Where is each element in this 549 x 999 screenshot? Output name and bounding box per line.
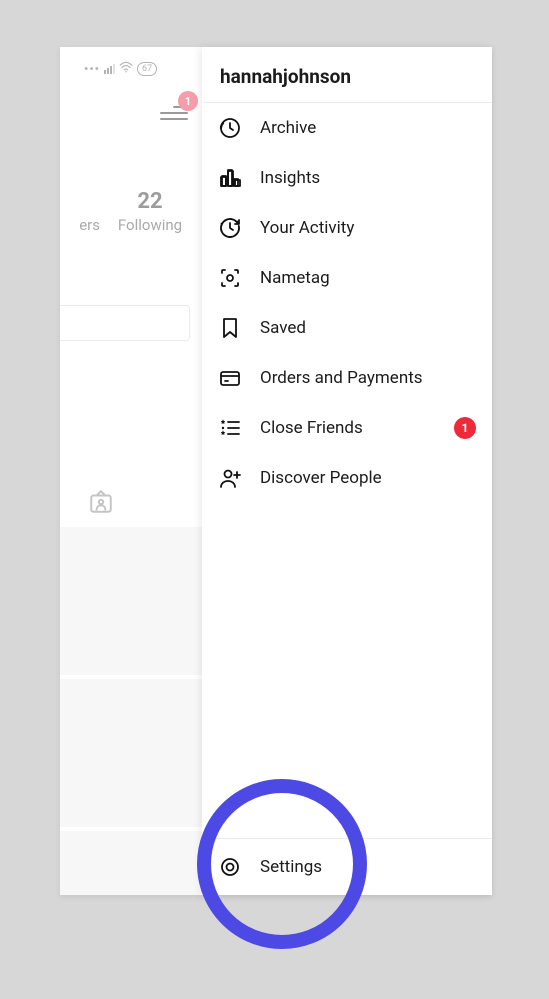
drawer-footer: Settings (202, 838, 492, 895)
activity-icon (218, 216, 242, 240)
drawer-menu-list: Archive Insights Your Activity (202, 103, 492, 838)
close-friends-icon (218, 416, 242, 440)
following-count[interactable]: 22 (100, 189, 200, 214)
menu-item-label: Settings (260, 857, 322, 877)
signal-icon (104, 64, 115, 74)
carrier-dots-icon: ••• (84, 62, 100, 76)
menu-item-label: Nametag (260, 268, 330, 288)
drawer-username: hannahjohnson (220, 65, 351, 88)
settings-icon (218, 855, 242, 879)
menu-item-label: Saved (260, 318, 306, 338)
menu-item-archive[interactable]: Archive (202, 103, 492, 153)
menu-item-label: Your Activity (260, 218, 354, 238)
credit-card-icon (218, 366, 242, 390)
drawer-header[interactable]: hannahjohnson (202, 47, 492, 103)
menu-item-label: Archive (260, 118, 316, 138)
insights-icon (218, 166, 242, 190)
menu-item-insights[interactable]: Insights (202, 153, 492, 203)
edit-profile-button[interactable] (60, 305, 190, 341)
archive-icon (218, 116, 242, 140)
menu-item-your-activity[interactable]: Your Activity (202, 203, 492, 253)
followers-label-partial: ers (60, 216, 100, 234)
menu-button[interactable]: 1 (160, 101, 188, 125)
saved-icon (218, 316, 242, 340)
menu-notification-badge: 1 (178, 91, 198, 111)
following-label: Following (100, 216, 200, 234)
menu-item-label: Discover People (260, 468, 382, 488)
menu-item-label: Orders and Payments (260, 368, 423, 388)
menu-item-discover-people[interactable]: Discover People (202, 453, 492, 503)
menu-item-nametag[interactable]: Nametag (202, 253, 492, 303)
wifi-icon (119, 61, 133, 76)
menu-item-settings[interactable]: Settings (202, 839, 492, 895)
menu-item-orders-payments[interactable]: Orders and Payments (202, 353, 492, 403)
side-drawer: hannahjohnson Archive Insights (202, 47, 492, 895)
profile-stats: ers 22 Following (60, 189, 200, 234)
close-friends-badge: 1 (454, 417, 476, 439)
discover-people-icon (218, 466, 242, 490)
battery-indicator: 67 (137, 62, 157, 76)
menu-item-saved[interactable]: Saved (202, 303, 492, 353)
status-bar: ••• 67 (84, 61, 157, 76)
nametag-icon (218, 266, 242, 290)
menu-item-label: Insights (260, 168, 320, 188)
tagged-tab-icon[interactable] (88, 489, 114, 519)
menu-item-close-friends[interactable]: Close Friends 1 (202, 403, 492, 453)
phone-frame: ••• 67 1 ers 22 Following (60, 47, 492, 895)
menu-item-label: Close Friends (260, 418, 363, 438)
